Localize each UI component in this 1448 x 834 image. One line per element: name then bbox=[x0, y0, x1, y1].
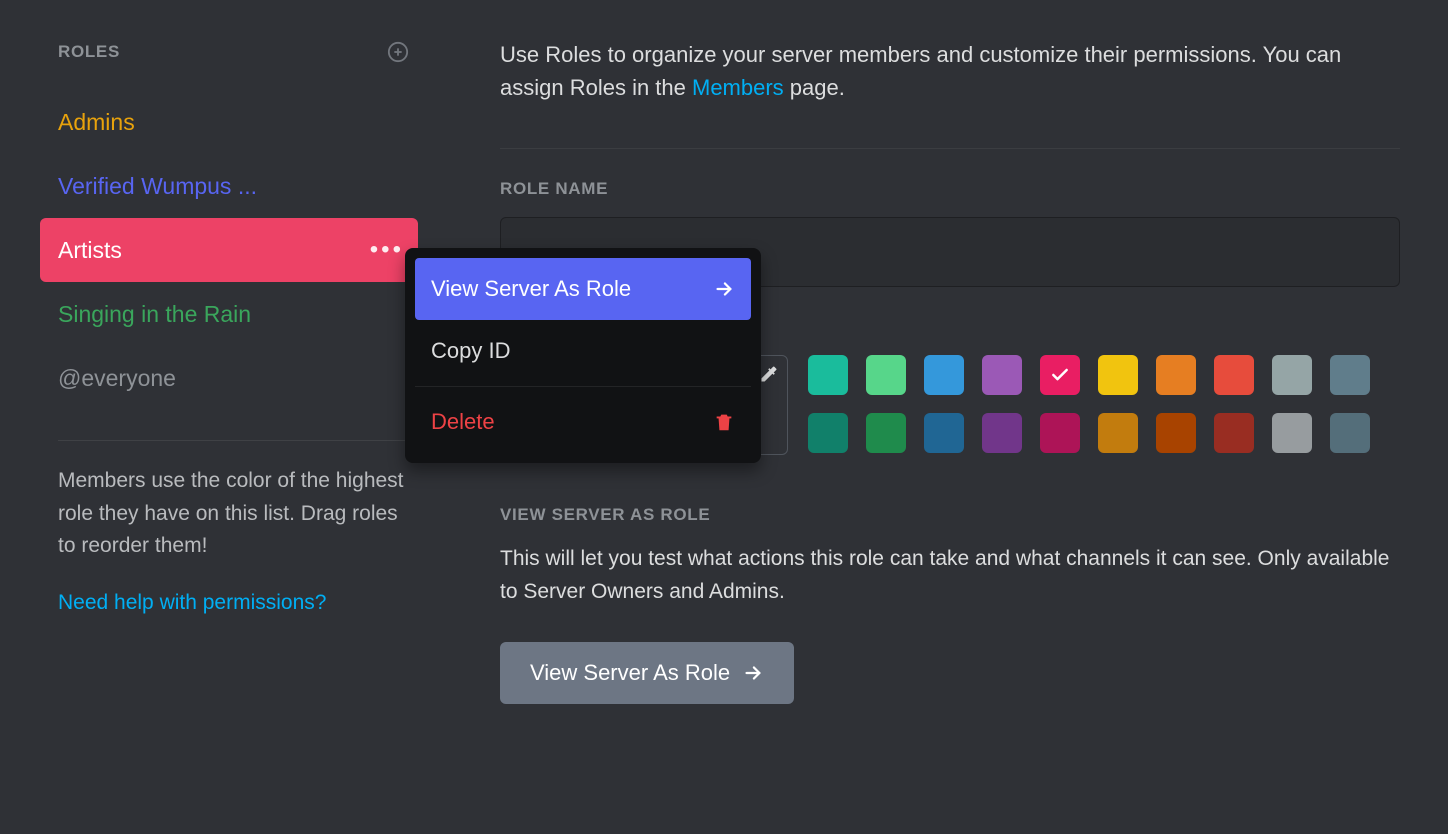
ctx-copy-id[interactable]: Copy ID bbox=[415, 320, 751, 382]
eyedropper-icon bbox=[759, 364, 779, 384]
more-icon[interactable]: ••• bbox=[370, 236, 404, 264]
color-swatch[interactable] bbox=[982, 413, 1022, 453]
sidebar-divider bbox=[58, 440, 412, 441]
color-swatch[interactable] bbox=[1272, 413, 1312, 453]
role-label: Verified Wumpus ... bbox=[58, 173, 257, 200]
color-swatch[interactable] bbox=[1098, 413, 1138, 453]
section-divider bbox=[500, 148, 1400, 149]
view-as-role-label: View Server As Role bbox=[500, 505, 1400, 525]
color-swatch[interactable] bbox=[982, 355, 1022, 395]
color-swatch[interactable] bbox=[924, 413, 964, 453]
role-item-admins[interactable]: Admins bbox=[40, 90, 418, 154]
plus-circle-icon bbox=[387, 41, 409, 63]
color-swatch[interactable] bbox=[1330, 355, 1370, 395]
sidebar-header: Roles bbox=[40, 40, 430, 82]
color-swatch[interactable] bbox=[1156, 355, 1196, 395]
members-link[interactable]: Members bbox=[692, 75, 784, 100]
arrow-right-icon bbox=[742, 662, 764, 684]
color-swatch[interactable] bbox=[1040, 413, 1080, 453]
view-server-as-role-button[interactable]: View Server As Role bbox=[500, 642, 794, 704]
roles-help-text: Members use the color of the highest rol… bbox=[40, 465, 430, 563]
role-label: @everyone bbox=[58, 365, 176, 392]
roles-intro: Use Roles to organize your server member… bbox=[500, 38, 1400, 104]
check-icon bbox=[1050, 365, 1070, 385]
color-swatch[interactable] bbox=[1330, 413, 1370, 453]
role-context-menu: View Server As Role Copy ID Delete bbox=[405, 248, 761, 463]
role-label: Admins bbox=[58, 109, 135, 136]
ctx-item-label: Delete bbox=[431, 409, 495, 435]
color-swatch[interactable] bbox=[866, 413, 906, 453]
role-item-artists[interactable]: Artists ••• bbox=[40, 218, 418, 282]
arrow-right-icon bbox=[713, 278, 735, 300]
add-role-button[interactable] bbox=[386, 40, 410, 64]
role-item-singing-in-the-rain[interactable]: Singing in the Rain bbox=[40, 282, 418, 346]
ctx-divider bbox=[415, 386, 751, 387]
color-swatch[interactable] bbox=[924, 355, 964, 395]
role-label: Singing in the Rain bbox=[58, 301, 251, 328]
role-list: Admins Verified Wumpus ... Artists ••• S… bbox=[40, 90, 430, 410]
intro-suffix: page. bbox=[784, 75, 845, 100]
role-name-label: Role Name bbox=[500, 179, 1400, 199]
view-as-role-desc: This will let you test what actions this… bbox=[500, 543, 1400, 608]
trash-icon bbox=[713, 411, 735, 433]
ctx-item-label: Copy ID bbox=[431, 338, 510, 364]
color-swatch[interactable] bbox=[866, 355, 906, 395]
color-swatch-grid bbox=[808, 355, 1370, 453]
intro-prefix: Use Roles to organize your server member… bbox=[500, 42, 1341, 100]
color-swatch[interactable] bbox=[808, 355, 848, 395]
role-item-everyone[interactable]: @everyone bbox=[40, 346, 418, 410]
ctx-delete[interactable]: Delete bbox=[415, 391, 751, 453]
role-item-verified-wumpus[interactable]: Verified Wumpus ... bbox=[40, 154, 418, 218]
ctx-item-label: View Server As Role bbox=[431, 276, 631, 302]
color-swatch[interactable] bbox=[1214, 413, 1254, 453]
permissions-help-link[interactable]: Need help with permissions? bbox=[40, 563, 430, 615]
role-label: Artists bbox=[58, 237, 122, 264]
ctx-view-server-as-role[interactable]: View Server As Role bbox=[415, 258, 751, 320]
color-swatch[interactable] bbox=[808, 413, 848, 453]
button-label: View Server As Role bbox=[530, 660, 730, 686]
color-swatch[interactable] bbox=[1040, 355, 1080, 395]
color-swatch[interactable] bbox=[1098, 355, 1138, 395]
sidebar-title: Roles bbox=[58, 42, 120, 62]
color-swatch[interactable] bbox=[1214, 355, 1254, 395]
color-swatch[interactable] bbox=[1156, 413, 1196, 453]
color-swatch[interactable] bbox=[1272, 355, 1312, 395]
roles-sidebar: Roles Admins Verified Wumpus ... Artists… bbox=[0, 0, 430, 834]
